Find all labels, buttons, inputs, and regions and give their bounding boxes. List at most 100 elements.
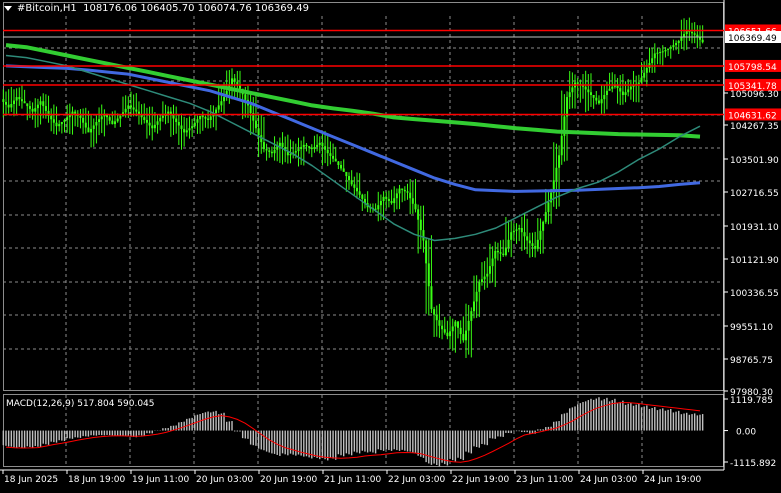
- candle-body: [624, 92, 627, 95]
- candle-body: [108, 117, 111, 121]
- candle-body: [7, 104, 10, 108]
- trading-chart-window[interactable]: 106651.66105798.54105341.78104631.621063…: [0, 0, 781, 489]
- candle-body: [385, 196, 388, 199]
- candle-body: [534, 246, 537, 249]
- candle-body: [387, 198, 390, 202]
- chart-canvas[interactable]: 106651.66105798.54105341.78104631.621063…: [0, 0, 781, 489]
- candle-body: [233, 78, 236, 82]
- candle-body: [10, 104, 13, 108]
- candle-body: [18, 97, 21, 100]
- candle-body: [382, 196, 385, 202]
- candle-body: [161, 115, 164, 118]
- candle-body: [353, 184, 356, 188]
- candle-body: [23, 101, 26, 104]
- candle-body: [321, 142, 324, 147]
- candle-body: [316, 144, 319, 147]
- x-tick-label: 20 Jun 19:00: [260, 475, 317, 485]
- candle-body: [20, 99, 23, 102]
- candle-body: [587, 89, 590, 93]
- candle-body: [480, 279, 483, 283]
- candle-body: [60, 122, 63, 125]
- candle-body: [127, 105, 130, 109]
- candle-body: [600, 99, 603, 104]
- symbol-label: #Bitcoin,H1: [17, 3, 77, 14]
- candle-body: [82, 117, 85, 123]
- candle-body: [672, 45, 675, 48]
- candle-body: [249, 105, 252, 114]
- candle-body: [451, 326, 454, 332]
- candle-body: [185, 130, 188, 133]
- candle-body: [651, 58, 654, 64]
- candle-body: [393, 198, 396, 204]
- candle-body: [680, 37, 683, 41]
- candle-body: [167, 111, 170, 114]
- candle-body: [608, 88, 611, 91]
- x-tick-label: 24 Jun 03:00: [580, 475, 637, 485]
- candle-body: [244, 94, 247, 100]
- candle-body: [502, 253, 505, 256]
- candle-body: [281, 142, 284, 147]
- candle-body: [55, 122, 58, 127]
- candle-body: [111, 120, 114, 125]
- candle-body: [116, 118, 119, 122]
- ohlc-readout: 108176.06 106405.70 106074.76 106369.49: [83, 3, 309, 14]
- dropdown-triangle-icon[interactable]: [4, 5, 12, 11]
- y-tick-label: 105096.30: [730, 90, 779, 100]
- candle-body: [664, 49, 667, 52]
- candle-body: [411, 198, 414, 204]
- candle-body: [510, 232, 513, 240]
- candle-body: [667, 48, 670, 50]
- candle-body: [584, 86, 587, 90]
- x-tick-label: 23 Jun 11:00: [516, 475, 573, 485]
- candle-body: [207, 118, 210, 120]
- candle-body: [677, 40, 680, 44]
- candle-body: [470, 311, 473, 321]
- candle-body: [34, 108, 37, 112]
- candle-body: [457, 321, 460, 328]
- candle-body: [302, 144, 305, 147]
- candle-body: [637, 82, 640, 84]
- candle-body: [390, 201, 393, 204]
- candle-body: [340, 164, 343, 169]
- y-tick-label: 101121.90: [730, 256, 779, 266]
- candle-body: [414, 203, 417, 210]
- candle-body: [531, 243, 534, 247]
- candle-body: [58, 124, 61, 127]
- y-tick-label: 99551.10: [730, 323, 773, 333]
- candle-body: [151, 125, 154, 129]
- candle-body: [395, 193, 398, 199]
- candle-body: [675, 43, 678, 46]
- candle-body: [619, 88, 622, 92]
- candle-body: [188, 128, 191, 131]
- candle-body: [361, 194, 364, 199]
- candle-body: [156, 121, 159, 125]
- x-tick-label: 20 Jun 03:00: [196, 475, 253, 485]
- candle-body: [491, 258, 494, 267]
- candle-body: [2, 99, 5, 102]
- candle-body: [355, 187, 358, 192]
- x-tick-label: 19 Jun 11:00: [132, 475, 189, 485]
- candle-body: [483, 276, 486, 280]
- candle-body: [536, 239, 539, 249]
- candle-body: [409, 192, 412, 199]
- candle-body: [507, 239, 510, 248]
- candle-body: [350, 180, 353, 185]
- candle-body: [36, 104, 39, 109]
- candle-body: [422, 230, 425, 241]
- candle-body: [63, 119, 66, 123]
- candle-body: [183, 128, 186, 133]
- candle-body: [406, 191, 409, 193]
- candle-body: [220, 101, 223, 106]
- macd-y-tick-label: -1115.892: [730, 459, 776, 469]
- y-tick-label: 104267.35: [730, 122, 779, 132]
- candle-body: [454, 321, 457, 327]
- candle-body: [656, 52, 659, 54]
- candle-body: [627, 89, 630, 93]
- candle-body: [297, 149, 300, 152]
- candle-body: [98, 119, 101, 123]
- candle-body: [12, 100, 15, 105]
- candle-body: [446, 332, 449, 337]
- candle-body: [449, 331, 452, 337]
- candle-body: [332, 155, 335, 159]
- candle-body: [611, 86, 614, 89]
